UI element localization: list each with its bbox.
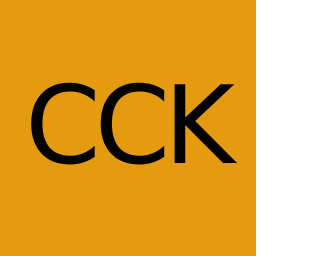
- tile-background: CCK: [0, 0, 256, 256]
- tile-text: CCK: [25, 64, 235, 189]
